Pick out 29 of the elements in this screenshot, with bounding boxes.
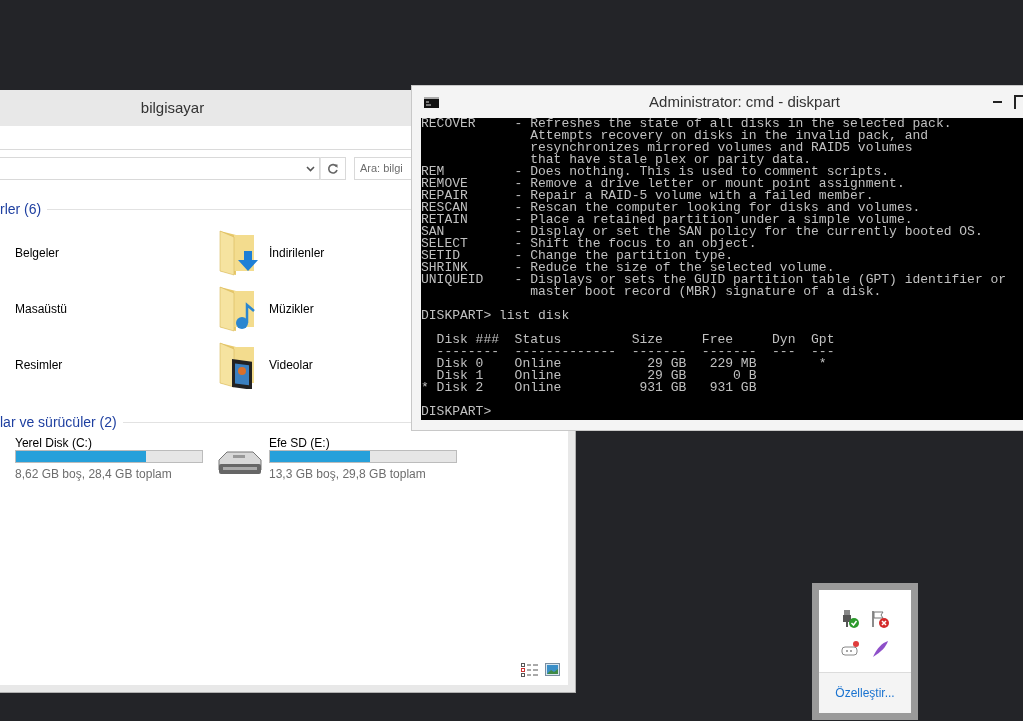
console-icon bbox=[424, 96, 439, 108]
group-header[interactable]: lar ve sürücüler (2) bbox=[0, 411, 117, 433]
window-title: Administrator: cmd - diskpart bbox=[648, 91, 841, 112]
drive-caption: 8,62 GB boş, 28,4 GB toplam bbox=[15, 466, 173, 483]
folder-item[interactable]: Belgeler bbox=[0, 225, 218, 281]
address-field[interactable] bbox=[0, 157, 320, 180]
folder-item[interactable]: İndirilenler bbox=[218, 225, 410, 281]
folder-item[interactable]: Müzikler bbox=[218, 281, 410, 337]
folder-item[interactable]: Resimler bbox=[0, 337, 218, 393]
usb-check-icon[interactable] bbox=[841, 610, 859, 628]
refresh-button[interactable] bbox=[320, 157, 346, 180]
chevron-down-icon bbox=[306, 165, 315, 172]
drive-icon bbox=[215, 450, 263, 476]
refresh-icon bbox=[327, 162, 339, 175]
window-title: bilgisayar bbox=[139, 97, 206, 118]
folder-item[interactable]: Videolar bbox=[218, 337, 410, 393]
flag-error-icon[interactable] bbox=[871, 610, 889, 628]
drive-label[interactable]: Yerel Disk (C:) bbox=[15, 434, 203, 450]
feather-icon[interactable] bbox=[871, 640, 889, 658]
game-controller-icon[interactable] bbox=[841, 640, 859, 658]
download-folder-icon bbox=[218, 229, 260, 277]
picture-view-icon[interactable] bbox=[545, 663, 560, 676]
group-header[interactable]: rler (6) bbox=[0, 198, 42, 220]
drive-label[interactable]: Efe SD (E:) bbox=[269, 434, 457, 450]
console-output: RECOVER - Refreshes the state of all disks in the selected pack. Attempts recovery on disks in the invalid pack, and resynchronizes mirrored volumes and RAID5 volumes that have stale plex or parity data. REM - Does nothing. This is used to comment scripts. REMOVE - Remove a drive letter or mount point assignment. REPAIR - Repair a RAID-5 volume with a failed member. RESCAN - Rescan the computer looking for disks and volumes. RETAIN - Place a retained partition under a simple volume. SAN - Display or set the SAN policy for the currently booted OS. SELECT - Shift the focus to an object. SETID - Change the partition type. SHRINK - Reduce the size of the selected volume. UNIQUEID - Displays or sets the GUID partition table (GPT) identifier or master boot record (MBR) signature of a disk. DISKPART> list disk Disk ### Status Size Free Dyn Gpt -------- ------------- ------- ------- --- --- Disk 0 Online 29 GB 229 MB * Disk 1 Online 29 GB 0 B * Disk 2 Online 931 GB 931 GB DISKPART> bbox=[421, 118, 1023, 420]
drive-caption: 13,3 GB boş, 29,8 GB toplam bbox=[269, 466, 427, 483]
maximize-button[interactable] bbox=[1014, 95, 1023, 109]
details-view-icon[interactable] bbox=[521, 663, 539, 677]
folder-item[interactable]: Masaüstü bbox=[0, 281, 218, 337]
